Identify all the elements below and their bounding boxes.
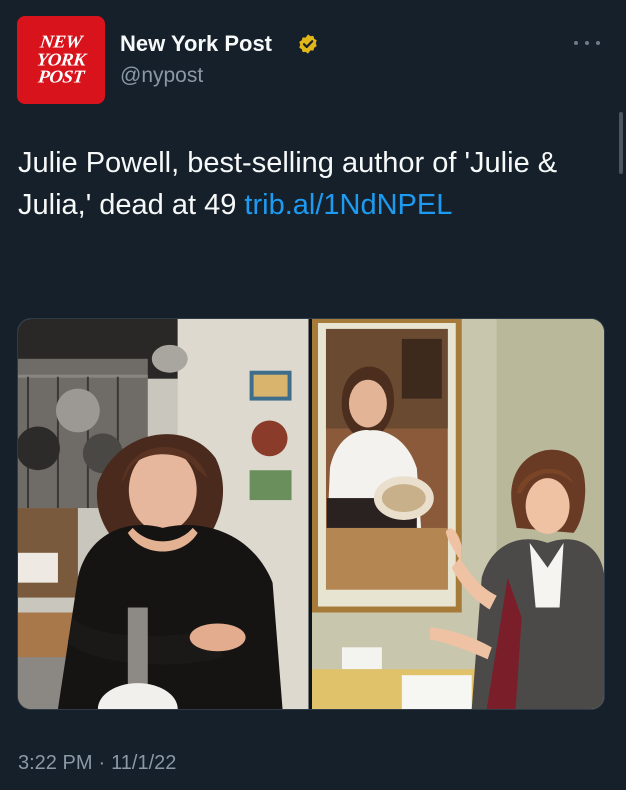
dot — [585, 41, 589, 45]
author-handle[interactable]: @nypost — [120, 64, 203, 88]
author-name[interactable]: New York Post — [120, 31, 272, 57]
avatar-logo-word: POST — [37, 67, 85, 88]
kitchen-photo-image — [18, 319, 309, 709]
tweet-timestamp[interactable]: 3:22 PM · 11/1/22 — [18, 752, 176, 775]
dot — [574, 41, 578, 45]
more-options-icon[interactable] — [574, 38, 600, 48]
tweet-date: 11/1/22 — [111, 752, 177, 774]
scrollbar[interactable] — [619, 112, 623, 174]
tweet-card: NEW YORK POST New York Post @nypost Juli… — [0, 0, 626, 790]
verified-badge-icon — [299, 34, 317, 54]
tweet-time: 3:22 PM — [18, 752, 93, 774]
tweet-text: Julie Powell, best-selling author of 'Ju… — [18, 142, 608, 226]
avatar-logo-word: NEW — [38, 32, 83, 53]
tweet-link[interactable]: trib.al/1NdNPEL — [244, 189, 452, 221]
timestamp-separator: · — [98, 752, 106, 774]
tweet-media[interactable] — [17, 318, 605, 710]
dot — [596, 41, 600, 45]
avatar[interactable]: NEW YORK POST — [17, 16, 105, 104]
photo-julia-child-portrait-scene[interactable] — [311, 319, 604, 709]
portrait-scene-image — [311, 319, 604, 709]
photo-julie-powell-kitchen[interactable] — [18, 319, 309, 709]
